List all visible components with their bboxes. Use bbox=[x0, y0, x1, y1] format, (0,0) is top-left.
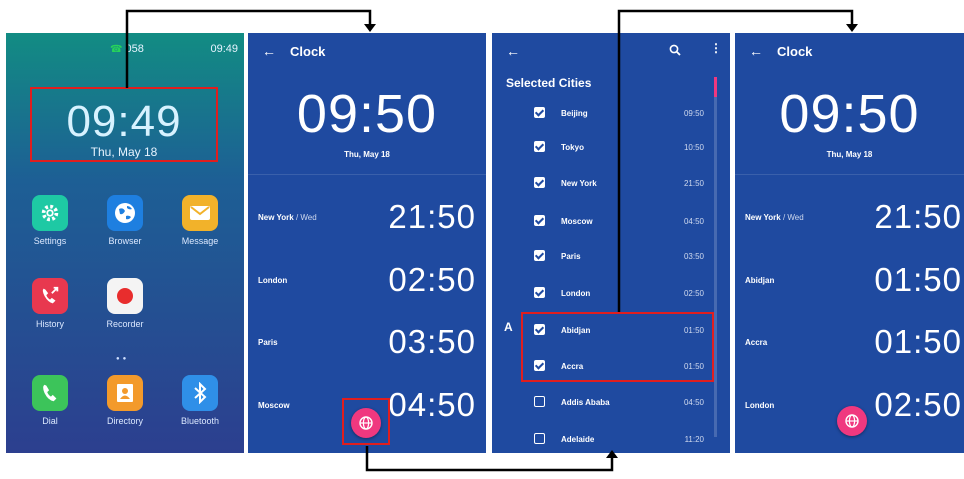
arrowhead bbox=[606, 450, 618, 458]
arrow-home-to-clock bbox=[125, 9, 372, 88]
arrowhead bbox=[846, 24, 858, 32]
flow-arrows bbox=[125, 9, 858, 472]
arrowhead bbox=[364, 24, 376, 32]
arrow-picker-to-clock bbox=[617, 9, 854, 312]
arrow-fab-to-picker bbox=[365, 446, 614, 472]
